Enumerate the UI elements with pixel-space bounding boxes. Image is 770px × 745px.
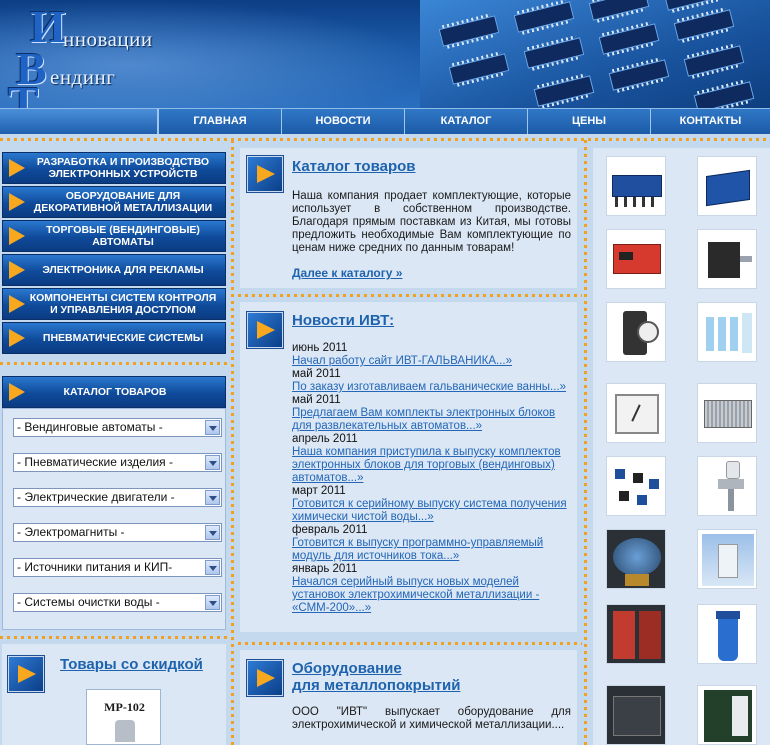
catalog-title-link[interactable]: Каталог товаров [292,158,416,175]
header-banner-image [420,0,770,108]
news-date: май 2011 [292,368,341,380]
news-date: февраль 2011 [292,524,368,536]
control-board-icon[interactable] [606,604,666,664]
galvanic-unit-icon[interactable] [606,156,666,216]
center-dotted-divider-2 [238,642,582,645]
arrow-icon [9,261,25,279]
nav-news[interactable]: НОВОСТИ [281,109,404,134]
news-link[interactable]: Начал работу сайт ИВТ-ГАЛЬВАНИКА...» [292,355,572,368]
chevron-down-icon [205,525,220,540]
arrow-icon [9,227,25,245]
logo-word-3: ехнологии [34,100,132,108]
left-column-divider [231,140,234,745]
nav-logo-strip [0,109,158,134]
select-vending[interactable]: - Вендинговые автоматы - [13,418,222,437]
catalog-description: Наша компания продает комплектующие, кот… [292,190,571,254]
select-water[interactable]: - Системы очистки воды - [13,593,222,612]
chevron-down-icon [205,420,220,435]
select-motors[interactable]: - Электрические двигатели - [13,488,222,507]
site-header: И нновации В ендинг Т ехнологии [0,0,770,108]
power-supply-icon[interactable] [606,229,666,289]
nav-home[interactable]: ГЛАВНАЯ [158,109,281,134]
news-link[interactable]: Готовится к серийному выпуску система по… [292,498,572,524]
nav-catalog[interactable]: КАТАЛОГ [404,109,527,134]
news-date: июнь 2011 [292,342,348,354]
sidebar-item-metallization[interactable]: ОБОРУДОВАНИЕ ДЛЯ ДЕКОРАТИВНОЙ МЕТАЛЛИЗАЦ… [2,186,226,218]
sidebar-item-vending[interactable]: ТОРГОВЫЕ (ВЕНДИНГОВЫЕ) АВТОМАТЫ [2,220,226,252]
logo[interactable]: И нновации В ендинг Т ехнологии [8,4,178,109]
sidebar-dotted-divider [0,362,230,365]
psu-module-icon[interactable] [697,383,757,443]
select-pneumatics[interactable]: - Пневматические изделия - [13,453,222,472]
arrow-icon [247,312,283,348]
chevron-down-icon [205,560,220,575]
news-link[interactable]: По заказу изготавливаем гальванические в… [292,381,572,394]
pressure-regulator-icon[interactable] [606,302,666,362]
chevron-down-icon [205,455,220,470]
nav-contacts[interactable]: КОНТАКТЫ [650,109,770,134]
panel-meter-icon[interactable] [606,383,666,443]
cabinet-icon[interactable] [697,529,757,589]
vending-machine-icon[interactable] [606,529,666,589]
catalog-header: КАТАЛОГ ТОВАРОВ [2,376,226,408]
main-nav: ГЛАВНАЯ НОВОСТИ КАТАЛОГ ЦЕНЫ КОНТАКТЫ [0,108,770,134]
filter-housing-icon[interactable] [697,604,757,664]
catalog-more-link[interactable]: Далее к каталогу » [292,266,402,280]
product-name: MP-102 [104,700,145,714]
pneumatic-fittings-icon[interactable] [606,456,666,516]
arrow-icon [247,156,283,192]
top-dotted-divider [0,138,770,141]
news-link[interactable]: Предлагаем Вам комплекты электронных бло… [292,407,572,433]
news-date: март 2011 [292,485,346,497]
news-link[interactable]: Наша компания приступила к выпуску компл… [292,446,572,485]
nav-prices[interactable]: ЦЕНЫ [527,109,650,134]
news-date: апрель 2011 [292,433,358,445]
case-kit-icon[interactable] [606,685,666,745]
discount-title-link[interactable]: Товары со скидкой [60,656,203,673]
sidebar-item-access-control[interactable]: КОМПОНЕНТЫ СИСТЕМ КОНТРОЛЯ И УПРАВЛЕНИЯ … [2,288,226,320]
news-date: май 2011 [292,394,341,406]
select-power[interactable]: - Источники питания и КИП- [13,558,222,577]
sidebar-item-electronics-dev[interactable]: РАЗРАБОТКА И ПРОИЗВОДСТВО ЭЛЕКТРОННЫХ УС… [2,152,226,184]
right-column-divider [584,140,587,745]
spray-gun-icon[interactable] [697,456,757,516]
arrow-icon [8,656,44,692]
news-link[interactable]: Начался серийный выпуск новых моделей ус… [292,576,572,615]
stepper-motor-icon[interactable] [697,229,757,289]
arrow-icon [9,159,25,177]
power-block-icon[interactable] [697,156,757,216]
sidebar-item-advertising[interactable]: ЭЛЕКТРОНИКА ДЛЯ РЕКЛАМЫ [2,254,226,286]
select-electromagnets[interactable]: - Электромагниты - [13,523,222,542]
water-filter-icon[interactable] [697,302,757,362]
metal-title-link[interactable]: Оборудование для металлопокрытий [292,660,460,694]
arrow-icon [247,660,283,696]
news-date: январь 2011 [292,563,358,575]
discount-product-card[interactable]: MP-102 [86,689,161,745]
news-list: июнь 2011 Начал работу сайт ИВТ-ГАЛЬВАНИ… [292,342,572,615]
catalog-selects-panel: - Вендинговые автоматы - - Пневматически… [2,408,226,630]
arrow-icon [9,383,25,401]
spray-gun-icon [115,720,135,742]
arrow-icon [9,193,25,211]
chevron-down-icon [205,490,220,505]
chevron-down-icon [205,595,220,610]
news-title-link[interactable]: Новости ИВТ: [292,312,394,329]
metal-description: ООО "ИВТ" выпускает оборудование для эле… [292,706,571,731]
news-link[interactable]: Готовится к выпуску программно-управляем… [292,537,572,563]
center-dotted-divider [238,294,582,297]
arrow-icon [9,329,25,347]
arrow-icon [9,295,25,313]
electronic-cabinet-icon[interactable] [697,685,757,745]
sidebar-dotted-divider-2 [0,636,230,639]
sidebar-item-pneumatics[interactable]: ПНЕВМАТИЧЕСКИЕ СИСТЕМЫ [2,322,226,354]
